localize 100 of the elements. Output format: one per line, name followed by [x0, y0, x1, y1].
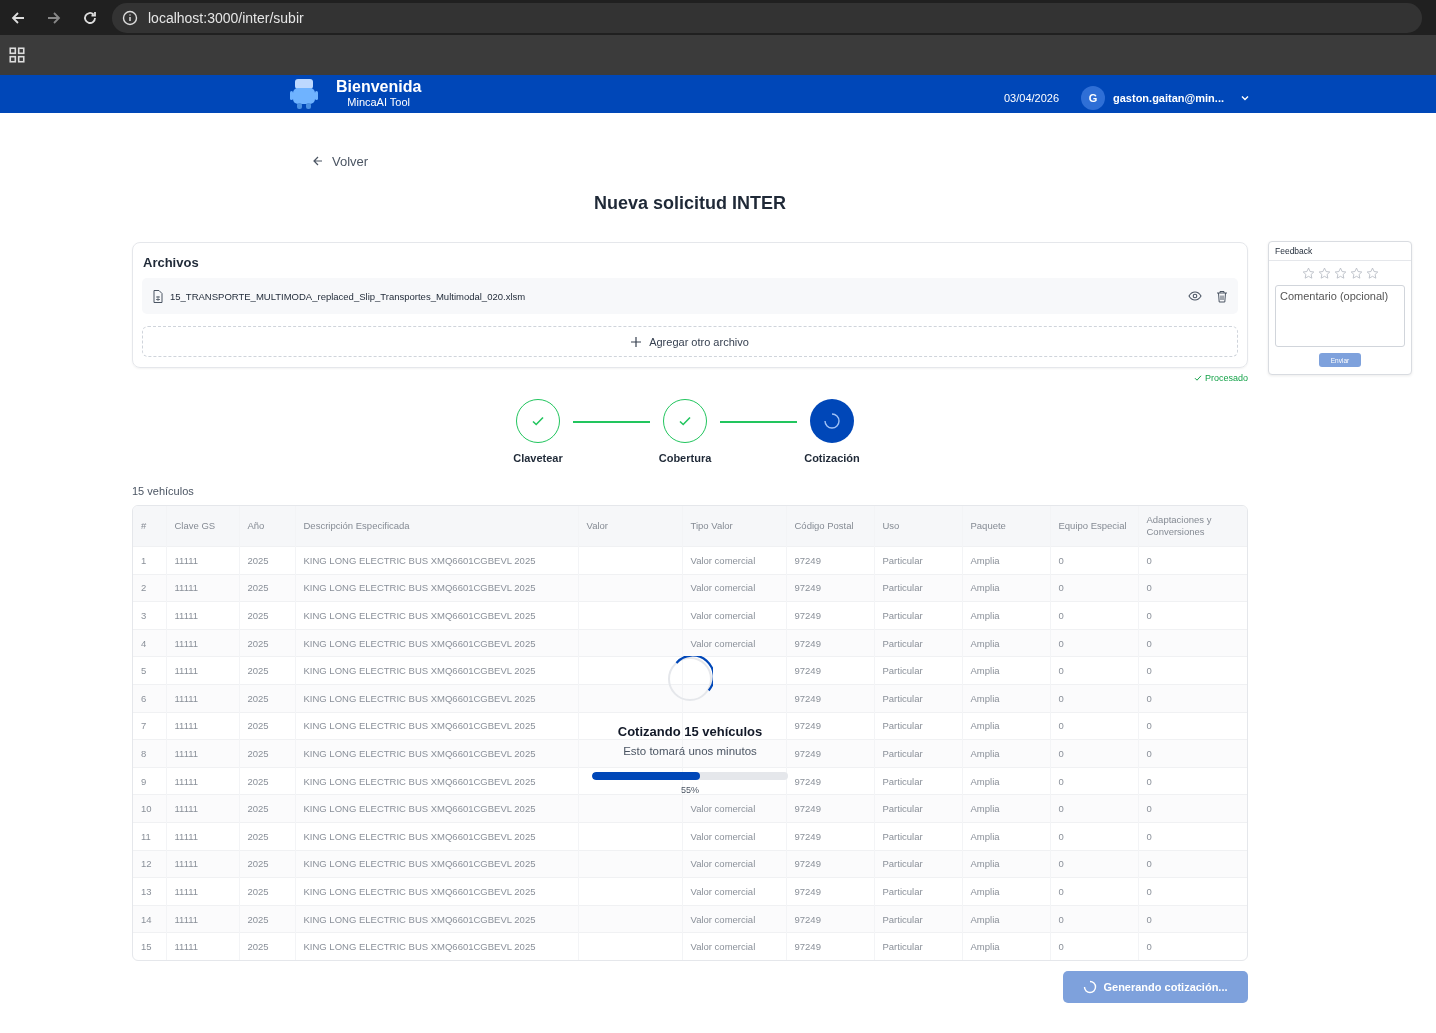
table-cell: Amplia — [962, 905, 1050, 933]
arrow-left-icon — [312, 155, 324, 167]
table-cell: 0 — [1138, 684, 1247, 713]
address-bar[interactable]: localhost:3000/inter/subir — [112, 2, 1422, 33]
table-cell: Amplia — [962, 684, 1050, 713]
user-email[interactable]: gaston.gaitan@min... — [1113, 92, 1224, 104]
table-cell: Valor comercial — [682, 574, 786, 602]
table-cell: Amplia — [962, 629, 1050, 657]
table-cell: 2025 — [239, 684, 295, 713]
table-cell: 0 — [1050, 932, 1138, 960]
table-cell: KING LONG ELECTRIC BUS XMQ6601CGBEVL 2025 — [295, 739, 578, 768]
table-cell: 0 — [1138, 574, 1247, 602]
chevron-down-icon[interactable] — [1240, 93, 1250, 103]
file-name: 15_TRANSPORTE_MULTIMODA_replaced_Slip_Transportes_Multimodal_020.xlsm — [170, 290, 527, 302]
column-header: Uso — [874, 506, 962, 547]
back-link[interactable]: Volver — [312, 153, 369, 169]
table-cell: 0 — [1138, 794, 1247, 823]
table-cell: 2025 — [239, 629, 295, 657]
table-cell: Particular — [874, 629, 962, 657]
table-cell: Particular — [874, 850, 962, 878]
column-header: Adaptaciones y Conversiones — [1138, 506, 1247, 547]
table-cell: Particular — [874, 574, 962, 602]
table-cell: Particular — [874, 794, 962, 823]
table-cell: KING LONG ELECTRIC BUS XMQ6601CGBEVL 2025 — [295, 794, 578, 823]
spreadsheet-file-icon — [152, 289, 164, 303]
table-cell: 11111 — [166, 739, 239, 768]
table-cell: Amplia — [962, 794, 1050, 823]
table-cell: 0 — [1138, 905, 1247, 933]
column-header: Equipo Especial — [1050, 506, 1138, 547]
table-cell: 2 — [133, 574, 166, 602]
welcome-title: Bienvenida — [336, 78, 422, 96]
info-icon[interactable] — [122, 9, 138, 26]
table-cell: 2025 — [239, 932, 295, 960]
table-cell: Valor comercial — [682, 932, 786, 960]
column-header: Año — [239, 506, 295, 547]
column-header: Clave GS — [166, 506, 239, 547]
table-cell: 97249 — [786, 739, 874, 768]
table-cell: 2025 — [239, 574, 295, 602]
table-cell: 11111 — [166, 629, 239, 657]
column-header: Valor — [578, 506, 682, 547]
vehicle-count: 15 vehículos — [132, 485, 195, 497]
star-icon[interactable] — [1365, 267, 1379, 280]
trash-icon[interactable] — [1216, 289, 1228, 303]
step-label: Cobertura — [658, 452, 712, 464]
progress-percent: 55% — [681, 785, 699, 795]
table-cell: KING LONG ELECTRIC BUS XMQ6601CGBEVL 2025 — [295, 574, 578, 602]
table-cell: 0 — [1138, 629, 1247, 657]
star-icon[interactable] — [1317, 267, 1331, 280]
add-file-button[interactable]: Agregar otro archivo — [142, 326, 1238, 357]
column-header: Descripción Especificada — [295, 506, 578, 547]
table-cell: 0 — [1138, 850, 1247, 878]
table-cell: KING LONG ELECTRIC BUS XMQ6601CGBEVL 2025 — [295, 684, 578, 713]
table-cell: 0 — [1050, 850, 1138, 878]
star-icon[interactable] — [1349, 267, 1363, 280]
files-title: Archivos — [143, 255, 200, 270]
star-icon[interactable] — [1333, 267, 1347, 280]
table-cell: 0 — [1050, 574, 1138, 602]
table-cell: 15 — [133, 932, 166, 960]
check-icon — [1193, 374, 1202, 382]
spinner-icon — [823, 412, 841, 430]
table-cell: 11111 — [166, 794, 239, 823]
table-cell: 97249 — [786, 905, 874, 933]
table-cell: 4 — [133, 629, 166, 657]
table-cell: 2025 — [239, 794, 295, 823]
eye-icon[interactable] — [1188, 289, 1202, 303]
table-cell: 6 — [133, 684, 166, 713]
table-cell: Valor comercial — [682, 850, 786, 878]
plus-icon — [631, 336, 642, 347]
table-cell: Valor comercial — [682, 905, 786, 933]
table-cell: Particular — [874, 684, 962, 713]
table-cell: Particular — [874, 739, 962, 768]
spinner-icon — [1083, 979, 1098, 994]
table-cell: 10 — [133, 794, 166, 823]
table-cell: 8 — [133, 739, 166, 768]
table-cell: 0 — [1050, 684, 1138, 713]
table-cell: 2025 — [239, 850, 295, 878]
table-cell: 2025 — [239, 739, 295, 768]
table-cell: 97249 — [786, 574, 874, 602]
table-cell: 11111 — [166, 574, 239, 602]
table-cell: 97249 — [786, 794, 874, 823]
table-cell: 11111 — [166, 905, 239, 933]
table-cell: Valor comercial — [682, 629, 786, 657]
user-avatar[interactable]: G — [1081, 86, 1106, 110]
comment-field[interactable]: Comentario (opcional) — [1275, 285, 1405, 347]
column-header: # — [133, 506, 166, 547]
apps-icon[interactable] — [8, 46, 26, 64]
table-cell: Amplia — [962, 739, 1050, 768]
table-cell: Particular — [874, 905, 962, 933]
table-cell: 97249 — [786, 932, 874, 960]
table-cell: Valor comercial — [682, 794, 786, 823]
table-cell: Amplia — [962, 850, 1050, 878]
table-cell: 2025 — [239, 905, 295, 933]
table-cell: 11111 — [166, 850, 239, 878]
table-cell: 0 — [1050, 905, 1138, 933]
processed-status: Procesado — [1204, 373, 1248, 383]
date-text: 03/04/2026 — [1003, 92, 1060, 104]
table-cell: 11111 — [166, 684, 239, 713]
star-icon[interactable] — [1301, 267, 1315, 280]
table-cell: 0 — [1138, 932, 1247, 960]
table-cell: 0 — [1050, 629, 1138, 657]
